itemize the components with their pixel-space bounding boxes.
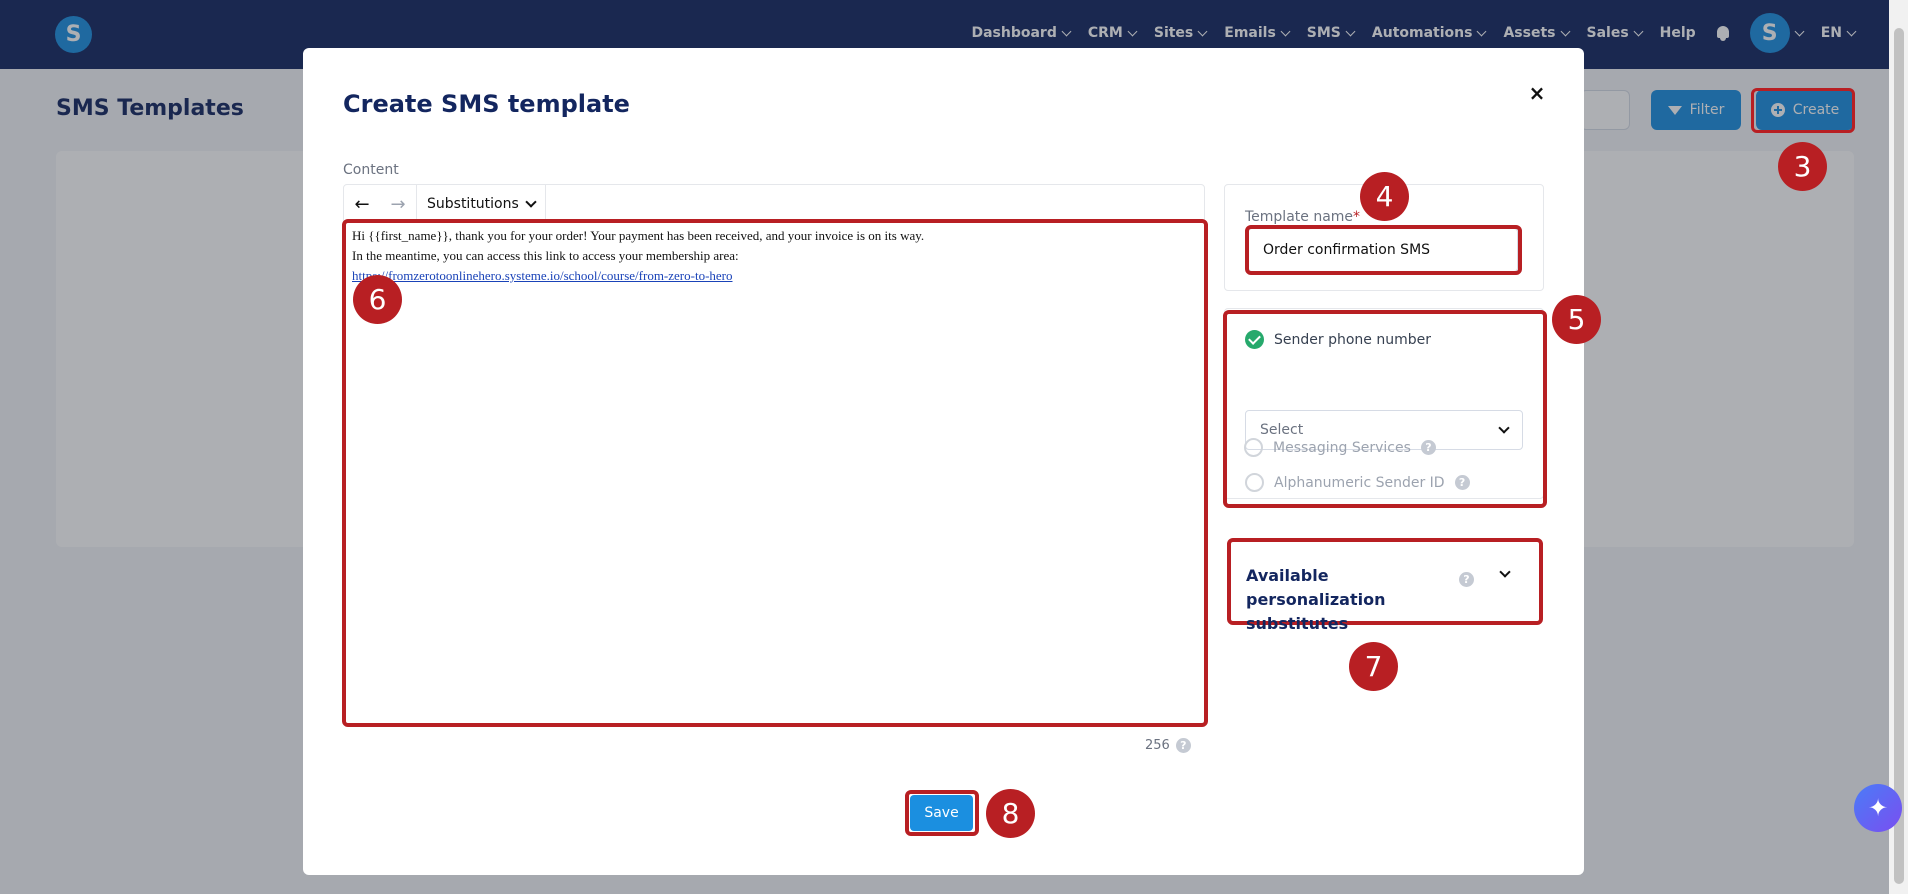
chevron-down-icon — [1499, 566, 1511, 578]
editor-highlight — [342, 219, 1208, 727]
template-name-label-text: Template name — [1245, 209, 1354, 225]
chevron-down-icon — [525, 196, 537, 208]
messaging-services-label: Messaging Services — [1273, 439, 1411, 456]
sms-content-editor[interactable]: ← → Substitutions Hi {{first_name}}, tha… — [342, 184, 1208, 727]
personalization-title: Available personalization substitutes — [1246, 566, 1386, 633]
substitutions-dropdown[interactable]: Substitutions — [416, 185, 546, 223]
substitutions-label: Substitutions — [427, 196, 519, 212]
help-icon[interactable]: ? — [1420, 440, 1436, 455]
close-icon[interactable]: × — [1526, 81, 1548, 105]
step-marker-6: 6 — [353, 275, 402, 324]
scrollbar[interactable] — [1889, 0, 1908, 894]
help-icon[interactable]: ? — [1175, 738, 1191, 753]
radio-unchecked-icon — [1244, 438, 1263, 457]
scrollbar-thumb[interactable] — [1894, 28, 1904, 884]
redo-icon[interactable]: → — [380, 185, 416, 223]
step-marker-4: 4 — [1360, 172, 1409, 221]
modal-title: Create SMS template — [343, 90, 630, 118]
template-name-highlight — [1245, 225, 1522, 275]
undo-icon[interactable]: ← — [344, 185, 380, 223]
personalization-accordion[interactable]: Available personalization substitutes ? — [1227, 538, 1543, 633]
character-count-value: 256 — [1145, 738, 1170, 753]
step-marker-8: 8 — [986, 789, 1035, 838]
content-label: Content — [343, 162, 399, 178]
sender-highlight: Messaging Services ? — [1223, 310, 1547, 508]
messaging-services-option[interactable]: Messaging Services ? — [1244, 438, 1436, 457]
help-icon[interactable]: ? — [1459, 572, 1474, 587]
template-name-label: Template name* — [1245, 209, 1360, 225]
ai-assistant-sparkle-icon[interactable]: ✦ — [1854, 784, 1902, 832]
step-marker-3: 3 — [1778, 142, 1827, 191]
editor-toolbar: ← → Substitutions — [344, 185, 1204, 223]
character-count: 256 ? — [1145, 738, 1191, 753]
save-button[interactable]: Save — [910, 795, 973, 831]
create-sms-template-modal: Create SMS template × Content ← → Substi… — [303, 48, 1601, 875]
step-marker-7: 7 — [1349, 642, 1398, 691]
required-mark: * — [1353, 209, 1361, 225]
step-marker-5: 5 — [1552, 295, 1601, 344]
create-highlight — [1751, 88, 1855, 133]
